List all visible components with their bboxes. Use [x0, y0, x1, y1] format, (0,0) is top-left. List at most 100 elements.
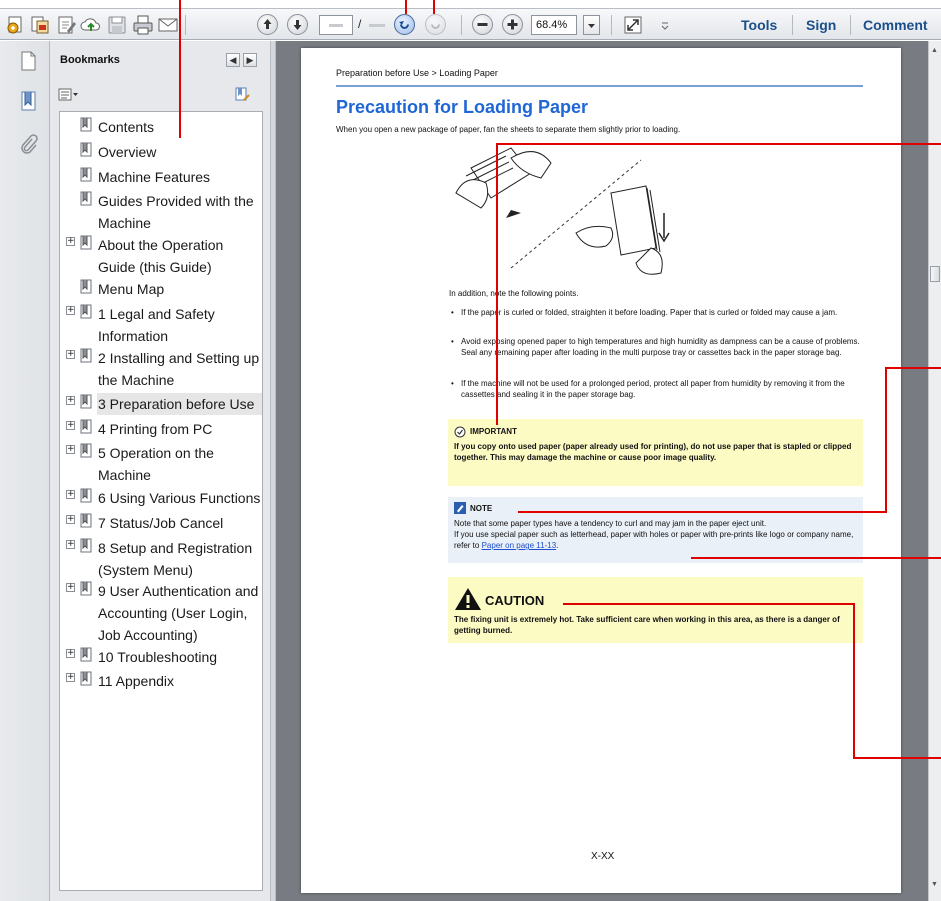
back-view-icon [399, 21, 409, 29]
bookmark-label: 1 Legal and Safety Information [98, 306, 215, 344]
save-icon[interactable] [106, 14, 128, 36]
expand-plus-icon[interactable]: + [66, 540, 75, 549]
bookmark-label: About the Operation Guide (this Guide) [98, 237, 224, 275]
forward-view-icon [431, 24, 440, 29]
sign-button[interactable]: Sign [806, 17, 836, 33]
paper-page-link[interactable]: Paper on page 11-13 [482, 541, 557, 550]
bullet-item: If the paper is curled or folded, straig… [451, 307, 863, 318]
collapse-panel-button[interactable]: ◀ [226, 53, 240, 67]
check-circle-icon [454, 426, 466, 438]
warning-triangle-icon [455, 588, 481, 610]
page-number-redacted [329, 24, 343, 27]
page-number-input[interactable] [319, 15, 353, 35]
expand-plus-icon[interactable]: + [66, 396, 75, 405]
expand-plus-icon[interactable]: + [66, 583, 75, 592]
plus-icon [507, 19, 518, 30]
tools-button[interactable]: Tools [741, 17, 777, 33]
page-footer-number: X-XX [591, 851, 615, 862]
chevron-right-icon: ▶ [246, 55, 254, 65]
expand-plus-icon[interactable]: + [66, 306, 75, 315]
combine-files-icon[interactable] [29, 14, 51, 36]
next-page-button[interactable] [287, 14, 308, 35]
bookmark-label: 5 Operation on the Machine [98, 445, 214, 483]
zoom-in-button[interactable] [502, 14, 523, 35]
bookmark-label: 10 Troubleshooting [98, 649, 218, 665]
bookmarks-panel: Bookmarks ◀ ▶ Contents Overview Machine Fe… [50, 41, 272, 901]
bookmarks-list: Contents Overview Machine Features Guides P… [59, 111, 263, 891]
bookmark-label: Menu Map [98, 281, 165, 297]
bookmark-label: Machine Features [98, 169, 211, 185]
bookmark-icon [80, 443, 92, 458]
attachments-icon[interactable] [17, 133, 39, 155]
bookmark-icon [80, 167, 92, 182]
callout-line-figure [496, 143, 941, 145]
zoom-out-button[interactable] [472, 14, 493, 35]
print-icon[interactable] [132, 14, 154, 36]
navigation-rail [0, 41, 50, 901]
comment-button[interactable]: Comment [863, 17, 928, 33]
zoom-input[interactable]: 68.4% [531, 15, 577, 35]
minus-icon [477, 23, 488, 26]
caution-heading: CAUTION [485, 593, 545, 608]
document-page: Preparation before Use > Loading Paper P… [301, 48, 901, 893]
expand-plus-icon[interactable]: + [66, 237, 75, 246]
vertical-scrollbar[interactable]: ▲ ▼ [928, 41, 941, 901]
previous-page-button[interactable] [257, 14, 278, 35]
email-icon[interactable] [157, 14, 179, 36]
header-rule [336, 85, 863, 87]
bookmark-icon [80, 581, 92, 596]
scroll-thumb[interactable] [930, 266, 940, 282]
expand-plus-icon[interactable]: + [66, 515, 75, 524]
addition-text: In addition, note the following points. [449, 289, 579, 298]
note-box: NOTE Note that some paper types have a t… [448, 497, 863, 563]
bookmark-icon [80, 304, 92, 319]
page-breadcrumb: Preparation before Use > Loading Paper [336, 68, 498, 78]
expand-plus-icon[interactable]: + [66, 673, 75, 682]
expand-plus-icon[interactable]: + [66, 350, 75, 359]
bookmark-label: 9 User Authentication and Accounting (Us… [98, 583, 259, 643]
fit-page-icon[interactable] [622, 14, 644, 36]
page-title: Precaution for Loading Paper [336, 97, 589, 117]
next-view-button[interactable] [425, 14, 446, 35]
bookmark-icon [80, 419, 92, 434]
create-pdf-icon[interactable] [5, 14, 27, 36]
panel-options-button[interactable]: ▶ [243, 53, 257, 67]
bookmarks-panel-icon[interactable] [17, 90, 39, 112]
bookmark-options-icon[interactable] [58, 88, 80, 102]
expand-bookmark-icon[interactable] [234, 86, 252, 104]
previous-view-button[interactable] [394, 14, 415, 35]
callout-line-previous-view [405, 0, 407, 14]
note-icon [454, 502, 466, 514]
callout-line-link [691, 557, 941, 559]
callout-line-note-vertical [885, 367, 887, 513]
scroll-up-icon[interactable]: ▲ [931, 47, 938, 54]
expand-plus-icon[interactable]: + [66, 490, 75, 499]
expand-plus-icon[interactable]: + [66, 649, 75, 658]
bookmark-icon [80, 647, 92, 662]
expand-plus-icon[interactable]: + [66, 445, 75, 454]
important-box: IMPORTANT If you copy onto used paper (p… [448, 419, 863, 486]
toolbar-separator [850, 15, 851, 35]
expand-plus-icon[interactable]: + [66, 421, 75, 430]
callout-line-note [518, 511, 887, 513]
toolbar-separator [185, 15, 186, 35]
page-total-redacted [369, 24, 385, 27]
toolbar-overflow-icon[interactable] [654, 14, 676, 36]
page-separator: / [358, 17, 362, 31]
bookmark-icon [80, 279, 92, 294]
toolbar-separator [461, 15, 462, 35]
document-viewport[interactable]: Preparation before Use > Loading Paper P… [276, 41, 928, 901]
bookmark-label: 3 Preparation before Use [97, 393, 262, 415]
scroll-down-icon[interactable]: ▼ [931, 881, 938, 888]
bookmark-label: 2 Installing and Setting up the Machine [98, 350, 260, 388]
important-text: If you copy onto used paper (paper alrea… [454, 442, 852, 462]
callout-line-next-view [433, 0, 435, 14]
zoom-dropdown-button[interactable] [583, 15, 600, 35]
bullet-item: If the machine will not be used for a pr… [451, 378, 863, 400]
bookmark-icon [80, 348, 92, 363]
upload-cloud-icon[interactable] [80, 14, 102, 36]
callout-line-caution-vertical [853, 603, 855, 759]
caution-text: The fixing unit is extremely hot. Take s… [454, 615, 840, 635]
page-thumbnails-icon[interactable] [17, 50, 39, 72]
edit-document-icon[interactable] [55, 14, 77, 36]
